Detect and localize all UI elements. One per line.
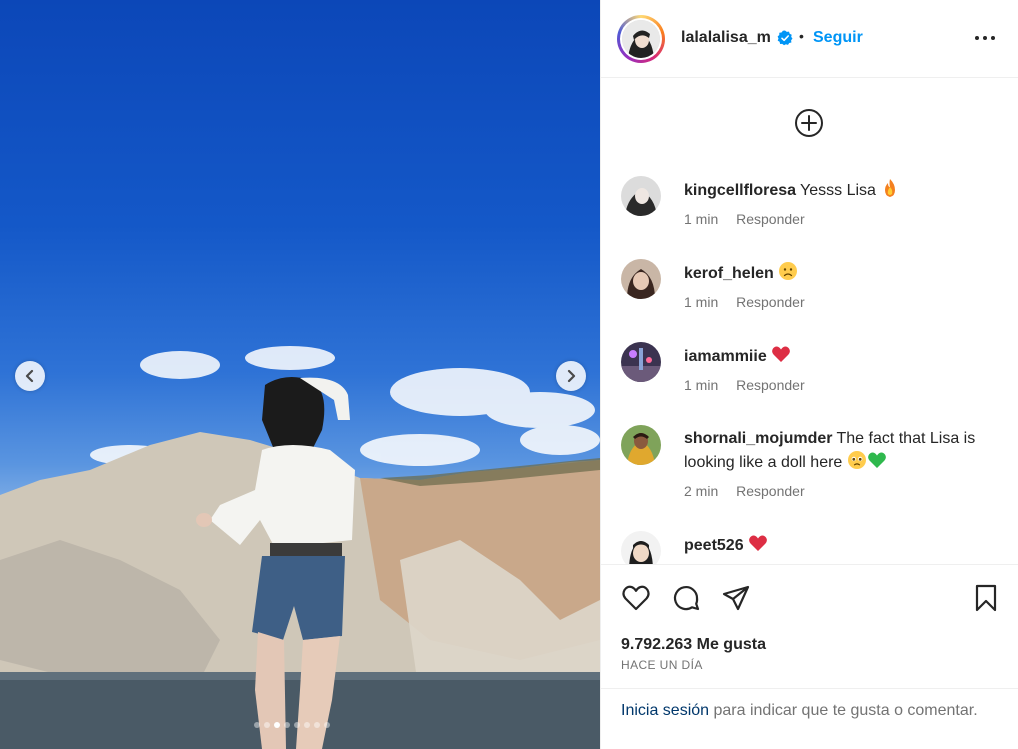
- comment-username[interactable]: kingcellfloresa: [684, 182, 796, 199]
- pleading-face-emoji-icon: [847, 451, 866, 469]
- author-avatar[interactable]: [617, 15, 665, 63]
- pagination-dot: [274, 722, 280, 728]
- verified-badge-icon: [777, 30, 793, 46]
- comment-avatar[interactable]: [621, 259, 661, 299]
- red-heart-emoji-icon: [748, 535, 767, 551]
- comment-item: kingcellfloresa Yesss Lisa 1 min Responde…: [621, 176, 1001, 236]
- comment-meta: 2 min Responder: [684, 483, 819, 499]
- photo-scene: [0, 346, 600, 749]
- author-avatar-image: [622, 20, 660, 58]
- comment-meta: 1 min Responder: [684, 211, 819, 227]
- post-actions: 9.792.263 Me gusta HACE UN DÍA: [601, 564, 1018, 689]
- login-prompt: Inicia sesión para indicar que te gusta …: [601, 688, 1018, 749]
- comment-avatar[interactable]: [621, 342, 661, 382]
- pagination-dot: [324, 722, 330, 728]
- more-options-icon[interactable]: [973, 28, 997, 48]
- comment-item: kerof_helen 1 min Responder: [621, 259, 1001, 319]
- photo-pagination-dots: [254, 722, 330, 728]
- reply-button[interactable]: Responder: [736, 294, 805, 310]
- save-bookmark-icon[interactable]: [971, 583, 1001, 613]
- comment-time: 2 min: [684, 483, 719, 499]
- author-username[interactable]: lalalalisa_m: [681, 29, 771, 47]
- comment-time: 1 min: [684, 211, 719, 227]
- comment-avatar[interactable]: [621, 176, 661, 216]
- like-heart-icon[interactable]: [621, 583, 651, 613]
- comment-meta: 1 min Responder: [684, 377, 819, 393]
- previous-photo-button[interactable]: [15, 361, 45, 391]
- comment-username[interactable]: shornali_mojumder: [684, 430, 832, 447]
- comment-avatar[interactable]: [621, 425, 661, 465]
- comment-bubble-icon[interactable]: [671, 583, 701, 613]
- reply-button[interactable]: Responder: [736, 211, 805, 227]
- load-more-comments-icon[interactable]: [794, 108, 824, 138]
- login-prompt-text: para indicar que te gusta o comentar.: [713, 702, 978, 719]
- pagination-dot: [294, 722, 300, 728]
- post-photo[interactable]: [0, 0, 600, 749]
- login-link[interactable]: Inicia sesión: [621, 702, 709, 719]
- likes-count[interactable]: 9.792.263 Me gusta: [621, 636, 766, 654]
- comment-meta: 1 min Responder: [684, 294, 819, 310]
- fire-emoji-icon: [885, 179, 896, 197]
- next-photo-button[interactable]: [556, 361, 586, 391]
- comment-avatar[interactable]: [621, 531, 661, 564]
- comment-username[interactable]: iamammiie: [684, 348, 767, 365]
- comment-time: 1 min: [684, 294, 719, 310]
- pagination-dot: [314, 722, 320, 728]
- share-paper-plane-icon[interactable]: [721, 583, 751, 613]
- post-side-panel: lalalalisa_m • Seguir kingcellfloresa Yes…: [600, 0, 1018, 749]
- sad-face-emoji-icon: [778, 262, 797, 280]
- comment-text: Yesss Lisa: [800, 182, 881, 199]
- follow-button[interactable]: Seguir: [813, 29, 863, 47]
- chevron-right-icon: [567, 369, 576, 383]
- comment-username[interactable]: peet526: [684, 537, 744, 554]
- pagination-dot: [304, 722, 310, 728]
- comment-time: 1 min: [684, 377, 719, 393]
- pagination-dot: [284, 722, 290, 728]
- comment-username[interactable]: kerof_helen: [684, 265, 774, 282]
- green-heart-emoji-icon: [867, 452, 886, 468]
- post-timestamp[interactable]: HACE UN DÍA: [621, 658, 703, 672]
- reply-button[interactable]: Responder: [736, 483, 805, 499]
- red-heart-emoji-icon: [771, 346, 790, 362]
- comment-item: shornali_mojumder The fact that Lisa is l…: [621, 425, 1001, 505]
- pagination-dot: [254, 722, 260, 728]
- comment-item: peet526: [621, 531, 1001, 564]
- comment-item: iamammiie 1 min Responder: [621, 342, 1001, 402]
- pagination-dot: [264, 722, 270, 728]
- reply-button[interactable]: Responder: [736, 377, 805, 393]
- header-separator: •: [799, 28, 804, 44]
- post-header: lalalalisa_m • Seguir: [601, 0, 1018, 78]
- chevron-left-icon: [25, 369, 34, 383]
